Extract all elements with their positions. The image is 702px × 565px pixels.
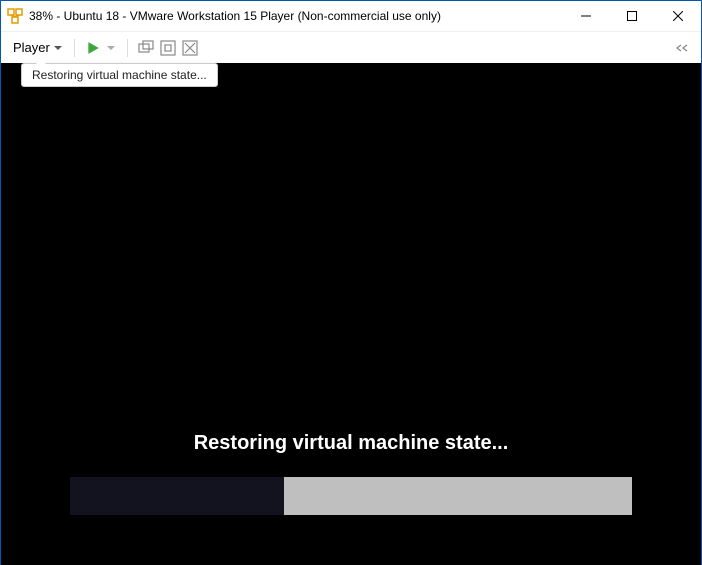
vm-status-text: Restoring virtual machine state... <box>194 432 509 455</box>
player-menu[interactable]: Player <box>9 38 66 57</box>
player-menu-label: Player <box>13 40 50 55</box>
tooltip-text: Restoring virtual machine state... <box>32 68 207 82</box>
progress-bar <box>70 477 632 515</box>
separator <box>74 39 75 57</box>
progress-fill <box>70 477 284 515</box>
vmware-icon <box>7 8 23 24</box>
send-ctrl-alt-del-button[interactable] <box>136 38 156 58</box>
vm-display: Restoring virtual machine state... <box>1 63 701 565</box>
window-title: 38% - Ubuntu 18 - VMware Workstation 15 … <box>29 9 441 23</box>
separator <box>127 39 128 57</box>
close-button[interactable] <box>655 1 701 31</box>
play-button[interactable] <box>83 38 103 58</box>
window-controls <box>563 1 701 31</box>
toolbar: Player Restoring virtual machine state..… <box>1 31 701 63</box>
unity-button[interactable] <box>180 38 200 58</box>
collapse-toolbar-button[interactable] <box>673 38 693 58</box>
titlebar: 38% - Ubuntu 18 - VMware Workstation 15 … <box>1 1 701 31</box>
fullscreen-button[interactable] <box>158 38 178 58</box>
minimize-button[interactable] <box>563 1 609 31</box>
play-dropdown-icon[interactable] <box>107 46 115 50</box>
chevron-down-icon <box>54 46 62 50</box>
maximize-button[interactable] <box>609 1 655 31</box>
tooltip: Restoring virtual machine state... <box>21 63 218 87</box>
